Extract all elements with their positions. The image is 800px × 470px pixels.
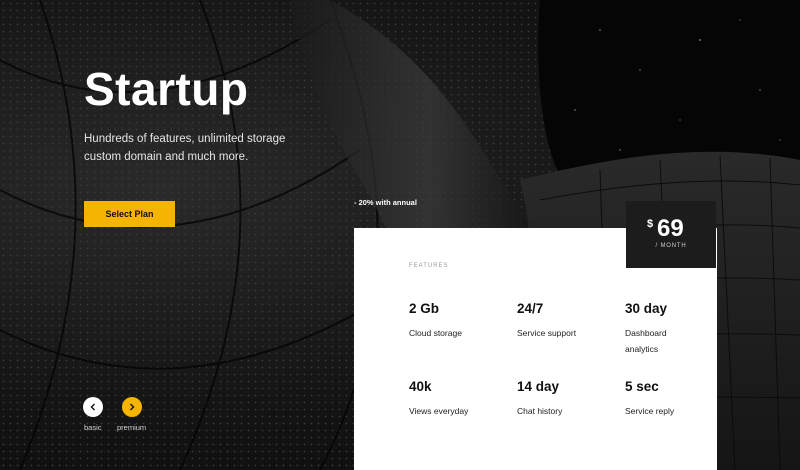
features-heading: FEATURES xyxy=(409,263,449,269)
next-plan-button[interactable] xyxy=(122,397,142,417)
prev-plan-label[interactable]: basic xyxy=(84,423,102,432)
chevron-left-icon xyxy=(90,403,95,411)
hero-subtitle: Hundreds of features, unlimited storage … xyxy=(84,133,286,163)
page-title: Startup xyxy=(84,63,249,115)
price-period: / MONTH xyxy=(655,243,687,249)
feature-item-chat: 14 day Chat history xyxy=(517,379,607,419)
feature-item-reply: 5 sec Service reply xyxy=(625,379,715,419)
feature-value: 5 sec xyxy=(625,379,659,394)
annual-discount-note: - 20% with annual xyxy=(354,198,417,207)
feature-description: Service reply xyxy=(625,406,675,416)
hero-section: Startup Hundreds of features, unlimited … xyxy=(0,0,800,470)
prev-plan-button[interactable] xyxy=(83,397,103,417)
feature-item-support: 24/7 Service support xyxy=(517,301,607,341)
feature-item-storage: 2 Gb Cloud storage xyxy=(409,301,499,341)
chevron-right-icon xyxy=(130,403,135,411)
feature-item-analytics: 30 day Dashboard analytics xyxy=(625,301,715,357)
select-plan-button[interactable]: Select Plan xyxy=(84,201,175,227)
next-plan-label[interactable]: premium xyxy=(117,423,146,432)
feature-value: 30 day xyxy=(625,301,668,316)
price-badge: $ 69 / MONTH xyxy=(626,201,716,268)
feature-value: 24/7 xyxy=(517,301,544,316)
price-amount: 69 xyxy=(657,215,684,242)
feature-description: Cloud storage xyxy=(409,328,462,338)
feature-description: Chat history xyxy=(517,406,563,416)
feature-value: 2 Gb xyxy=(409,301,440,316)
feature-description: Dashboard analytics xyxy=(625,328,667,354)
feature-description: Views everyday xyxy=(409,406,469,416)
feature-description: Service support xyxy=(517,328,577,338)
price-currency: $ xyxy=(647,218,654,230)
feature-value: 40k xyxy=(409,379,432,394)
feature-value: 14 day xyxy=(517,379,560,394)
feature-item-views: 40k Views everyday xyxy=(409,379,499,419)
